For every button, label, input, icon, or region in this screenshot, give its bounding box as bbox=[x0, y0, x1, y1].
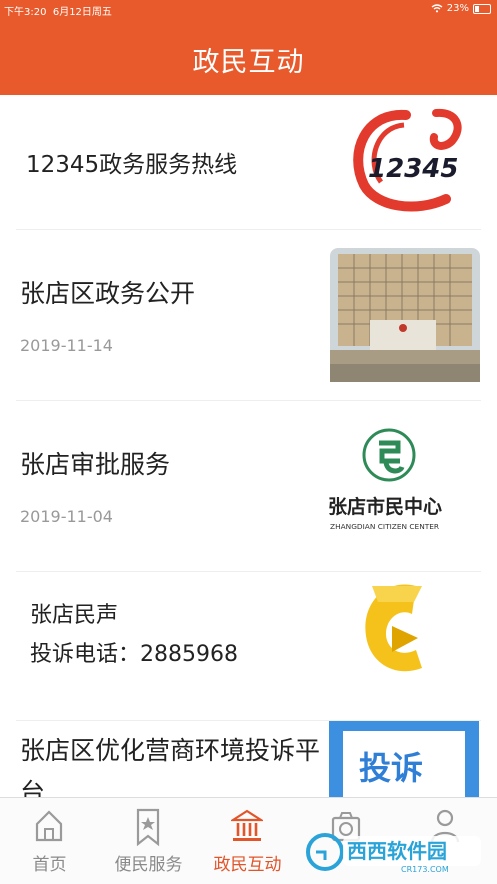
item-title: 张店区政务公开 bbox=[20, 279, 196, 308]
list-item-gov-open[interactable]: 张店区政务公开 2019-11-14 bbox=[16, 230, 481, 400]
item-date: 2019-11-14 bbox=[20, 336, 113, 355]
tab-label: 政民互动 bbox=[213, 855, 282, 875]
wifi-icon bbox=[431, 4, 443, 13]
complaint-badge-text: 投诉 bbox=[359, 749, 423, 787]
item-title: 张店审批服务 bbox=[20, 450, 171, 479]
battery-icon bbox=[473, 3, 491, 14]
citizen-center-logo: 张店市民中心 ZHANGDIAN CITIZEN CENTER bbox=[328, 428, 442, 531]
list-item-hotline[interactable]: 12345政务服务热线 12345 bbox=[16, 95, 481, 229]
complaint-badge: 投诉 bbox=[329, 721, 479, 797]
status-bar: 下午3:20 6月12日周五 23% bbox=[0, 0, 497, 18]
item-date: 2019-11-04 bbox=[20, 507, 113, 526]
government-building-photo bbox=[330, 248, 480, 382]
item-title: 张店区优化营商环境投诉平 bbox=[20, 736, 321, 765]
minsheng-logo bbox=[365, 584, 422, 672]
watermark-url: CR173.COM bbox=[401, 865, 449, 874]
item-title: 张店民声 bbox=[30, 603, 119, 628]
battery-percent: 23% bbox=[446, 3, 469, 14]
content-list[interactable]: 12345政务服务热线 12345 张店区政务公开 2019-11-14 张店审… bbox=[0, 95, 497, 797]
tab-label: 首页 bbox=[32, 855, 67, 875]
hotline-logo-text: 12345 bbox=[368, 154, 458, 184]
citizen-center-title: 张店市民中心 bbox=[328, 495, 442, 518]
list-item-business-env[interactable]: 张店区优化营商环境投诉平 台 投诉 bbox=[16, 721, 481, 797]
government-building-icon bbox=[231, 809, 263, 841]
home-icon bbox=[35, 810, 63, 842]
watermark: 西西软件园 CR173.COM bbox=[306, 833, 481, 874]
list-item-minsheng[interactable]: 张店民声 投诉电话：2885968 bbox=[16, 572, 481, 720]
tab-services[interactable]: 便民服务 bbox=[99, 798, 198, 884]
tab-interaction[interactable]: 政民互动 bbox=[198, 798, 297, 884]
item-title: 12345政务服务热线 bbox=[26, 152, 238, 178]
list-item-approval[interactable]: 张店审批服务 2019-11-04 张店市民中心 ZHANGDIAN CITIZ… bbox=[16, 401, 481, 571]
tab-label: 便民服务 bbox=[114, 855, 183, 875]
status-time-date: 下午3:20 6月12日周五 bbox=[4, 7, 112, 18]
status-right: 23% bbox=[431, 3, 491, 14]
item-title-line2: 台 bbox=[20, 778, 46, 797]
watermark-text: 西西软件园 bbox=[347, 839, 447, 863]
page-title: 政民互动 bbox=[192, 47, 305, 78]
bookmark-star-icon bbox=[136, 808, 160, 847]
citizen-center-subtitle: ZHANGDIAN CITIZEN CENTER bbox=[330, 522, 439, 531]
tab-home[interactable]: 首页 bbox=[0, 798, 99, 884]
hotline-logo: 12345 bbox=[353, 108, 462, 212]
nav-header: 政民互动 bbox=[0, 18, 497, 95]
item-phone: 投诉电话：2885968 bbox=[30, 642, 238, 667]
